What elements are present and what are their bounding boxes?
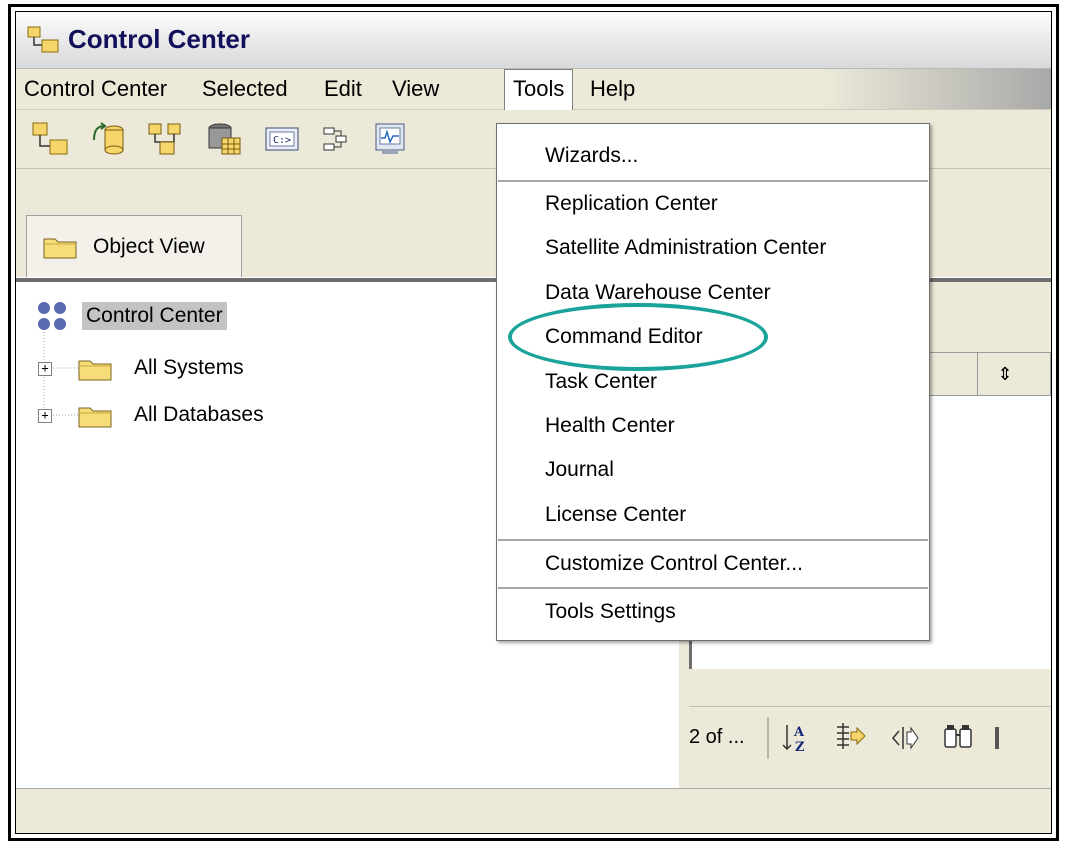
menu-item-satellite-administration-center[interactable]: Satellite Administration Center bbox=[497, 226, 929, 270]
menu-bar: Control Center Selected Edit View Tools … bbox=[16, 69, 1051, 110]
tools-menu: Wizards... Replication Center Satellite … bbox=[496, 123, 930, 641]
menu-item-command-editor[interactable]: Command Editor bbox=[497, 315, 929, 359]
data-warehouse-icon[interactable] bbox=[204, 120, 244, 158]
satellite-admin-icon[interactable] bbox=[146, 120, 186, 158]
object-view-label: Object View bbox=[93, 235, 205, 258]
title-bar: Control Center bbox=[16, 12, 1051, 69]
menu-item-customize-control-center[interactable]: Customize Control Center... bbox=[497, 542, 929, 586]
object-view-tab[interactable]: Object View bbox=[26, 215, 242, 277]
svg-text:A: A bbox=[793, 725, 805, 740]
folder-icon bbox=[78, 356, 114, 382]
replication-center-icon[interactable] bbox=[90, 120, 130, 158]
menu-item-health-center[interactable]: Health Center bbox=[497, 404, 929, 448]
folder-icon bbox=[43, 234, 79, 260]
command-editor-icon[interactable]: C:> bbox=[262, 120, 302, 158]
sort-toggle-icon[interactable]: ⇕ bbox=[977, 353, 1032, 395]
menu-tools[interactable]: Tools bbox=[504, 69, 574, 110]
filter-icon[interactable] bbox=[833, 719, 867, 757]
menu-item-tools-settings[interactable]: Tools Settings bbox=[497, 590, 929, 634]
expand-icon[interactable]: + bbox=[38, 362, 52, 376]
folder-icon bbox=[78, 403, 114, 429]
health-center-icon[interactable] bbox=[370, 120, 410, 158]
menu-help[interactable]: Help bbox=[582, 69, 643, 109]
menu-item-wizards[interactable]: Wizards... bbox=[497, 134, 929, 178]
menu-item-replication-center[interactable]: Replication Center bbox=[497, 182, 929, 226]
toolbar-separator bbox=[767, 717, 769, 759]
find-binoculars-icon[interactable] bbox=[941, 719, 975, 757]
status-bar bbox=[16, 788, 1051, 833]
menu-item-data-warehouse-center[interactable]: Data Warehouse Center bbox=[497, 271, 929, 315]
sort-az-icon[interactable]: A Z bbox=[781, 719, 815, 757]
svg-text:Z: Z bbox=[795, 740, 805, 755]
item-count: 2 of ... bbox=[689, 726, 745, 748]
menu-view[interactable]: View bbox=[384, 69, 447, 109]
customize-columns-icon[interactable] bbox=[887, 719, 921, 757]
menu-item-task-center[interactable]: Task Center bbox=[497, 360, 929, 404]
tree-label-all-systems: All Systems bbox=[134, 356, 244, 379]
control-center-icon[interactable] bbox=[30, 120, 70, 158]
menu-control-center[interactable]: Control Center bbox=[16, 69, 175, 109]
menu-selected[interactable]: Selected bbox=[194, 69, 296, 109]
task-center-icon[interactable] bbox=[316, 120, 356, 158]
menu-edit[interactable]: Edit bbox=[316, 69, 370, 109]
tree-label-all-databases: All Databases bbox=[134, 403, 264, 426]
menu-item-license-center[interactable]: License Center bbox=[497, 493, 929, 537]
expand-icon[interactable]: + bbox=[38, 409, 52, 423]
contents-toolbar: 2 of ... A Z bbox=[689, 706, 1051, 769]
toolbar-overflow-edge bbox=[995, 727, 999, 749]
svg-text:C:>: C:> bbox=[273, 135, 291, 146]
tree-connector-lines bbox=[43, 332, 78, 416]
menu-item-journal[interactable]: Journal bbox=[497, 448, 929, 492]
window-title: Control Center bbox=[68, 24, 250, 54]
control-center-app-icon bbox=[26, 25, 60, 55]
